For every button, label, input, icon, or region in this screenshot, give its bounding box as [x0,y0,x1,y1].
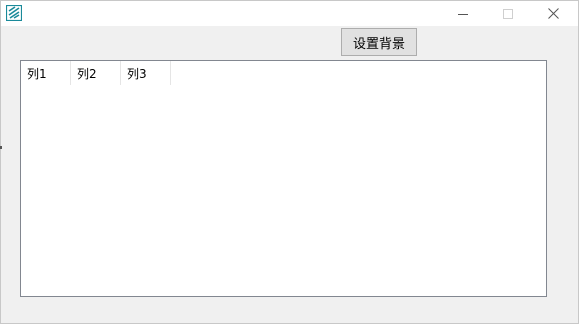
close-button[interactable] [531,1,576,26]
main-window: 设置背景 列1 列2 列3 [0,0,579,324]
title-bar[interactable] [1,1,578,26]
set-background-button[interactable]: 设置背景 [341,28,417,56]
minimize-button[interactable] [440,1,485,26]
column-header-2[interactable]: 列2 [71,61,121,85]
column-header-1[interactable]: 列1 [21,61,71,85]
list-header: 列1 列2 列3 [21,61,171,85]
edge-mark [0,146,2,149]
list-view[interactable]: 列1 列2 列3 [20,60,547,297]
client-area: 设置背景 列1 列2 列3 [1,26,578,323]
app-logo-icon [5,4,23,22]
column-header-3[interactable]: 列3 [121,61,171,85]
maximize-icon [502,4,513,23]
minimize-icon [457,4,468,23]
close-icon [548,4,559,23]
maximize-button[interactable] [485,1,530,26]
